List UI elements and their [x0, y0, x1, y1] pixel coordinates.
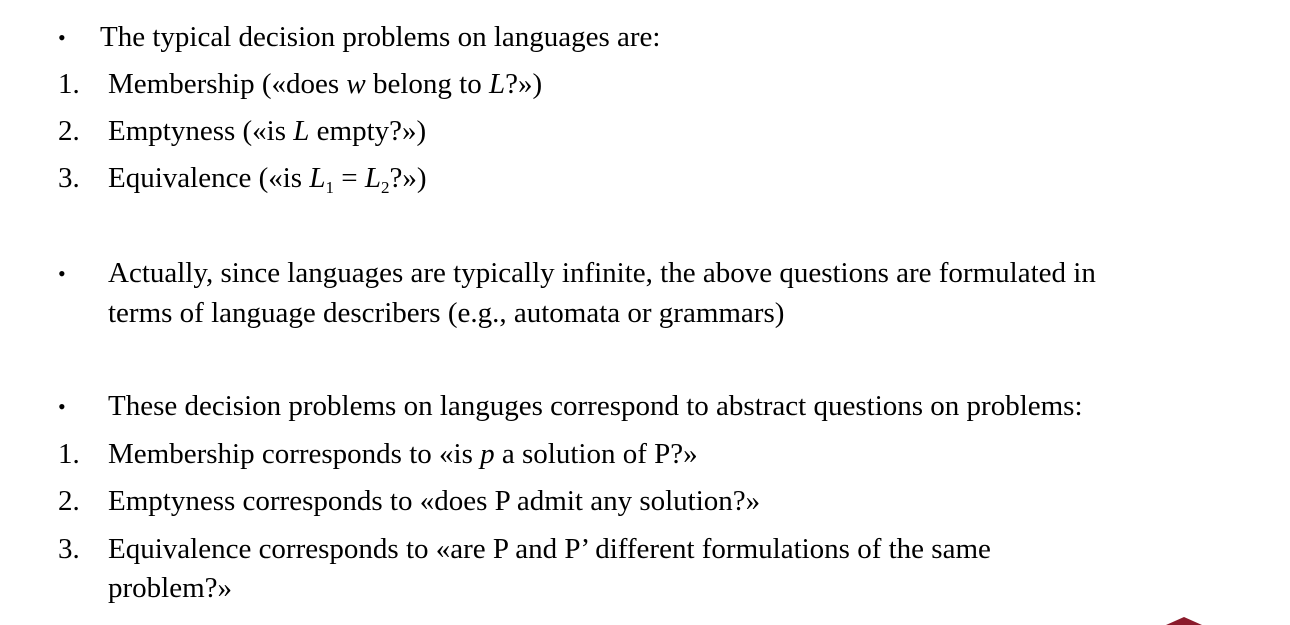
- list-number: 3.: [58, 533, 80, 565]
- slide-logo-corner: [1166, 617, 1202, 625]
- list-number: 2.: [58, 485, 80, 517]
- list-number: 1.: [58, 68, 80, 100]
- section2-line2: terms of language describers (e.g., auto…: [108, 297, 785, 329]
- section1-intro: The typical decision problems on languag…: [100, 21, 661, 53]
- bullet-marker: •: [58, 394, 66, 419]
- bullet-marker: •: [58, 25, 66, 50]
- list-item-emptyness: Emptyness («is L empty?»): [108, 115, 427, 147]
- list-item-equivalence-correspondence-line1: Equivalence corresponds to «are P and P’…: [108, 533, 991, 565]
- list-item-membership: Membership («does w belong to L?»): [108, 68, 543, 100]
- bullet-marker: •: [58, 261, 66, 286]
- section2-line1: Actually, since languages are typically …: [108, 257, 1096, 289]
- list-number: 2.: [58, 115, 80, 147]
- list-number: 1.: [58, 438, 80, 470]
- list-number: 3.: [58, 162, 80, 194]
- list-item-emptyness-correspondence: Emptyness corresponds to «does P admit a…: [108, 485, 761, 517]
- section3-intro: These decision problems on languges corr…: [108, 390, 1083, 422]
- list-item-equivalence-correspondence-line2: problem?»: [108, 572, 233, 604]
- list-item-equivalence: Equivalence («is L1 = L2?»): [108, 162, 427, 197]
- list-item-membership-correspondence: Membership corresponds to «is p a soluti…: [108, 438, 698, 470]
